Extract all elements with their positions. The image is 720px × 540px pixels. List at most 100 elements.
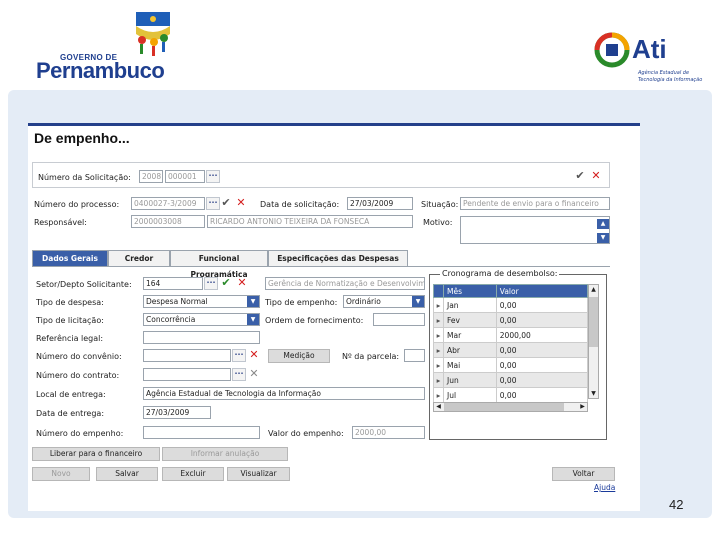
valor-cell[interactable]: 0,00 — [495, 312, 589, 328]
page-number: 42 — [669, 497, 684, 512]
numero-convenio-field[interactable] — [143, 349, 231, 362]
convenio-clear-icon[interactable]: ✕ — [248, 348, 260, 361]
local-entrega-label: Local de entrega: — [36, 390, 106, 399]
contrato-clear-icon[interactable]: ✕ — [248, 367, 260, 380]
numero-parcela-field[interactable] — [404, 349, 425, 362]
scroll-right-icon[interactable]: ▶ — [578, 403, 587, 411]
setor-name-field[interactable]: Gerência de Normatização e Desenvolvimen… — [265, 277, 425, 290]
scroll-thumb[interactable] — [589, 297, 598, 347]
tipo-licitacao-label: Tipo de licitação: — [36, 316, 104, 325]
setor-code-field[interactable]: 164 — [143, 277, 203, 290]
solicitacao-clear-icon[interactable]: ✕ — [590, 169, 602, 182]
referencia-legal-field[interactable] — [143, 331, 260, 344]
referencia-legal-label: Referência legal: — [36, 334, 104, 343]
ati-logo-subtitle-2: Tecnologia da Informação — [638, 77, 703, 83]
tabs-divider — [32, 266, 610, 267]
valor-cell[interactable]: 2000,00 — [495, 327, 589, 343]
mes-cell: Mar — [443, 327, 497, 343]
valor-cell[interactable]: 0,00 — [495, 357, 589, 373]
row-marker-icon: ▸ — [433, 387, 444, 403]
processo-clear-icon[interactable]: ✕ — [235, 196, 247, 209]
scroll-left-icon[interactable]: ◀ — [434, 403, 443, 411]
motivo-textarea[interactable] — [460, 216, 610, 244]
setor-label: Setor/Depto Solicitante: — [36, 280, 132, 289]
table-row[interactable]: ▸ Mai 0,00 — [433, 357, 589, 373]
data-solicitacao-label: Data de solicitação: — [260, 200, 340, 209]
tab-dados-gerais[interactable]: Dados Gerais — [32, 250, 108, 267]
local-entrega-field[interactable]: Agência Estadual de Tecnologia da Inform… — [143, 387, 425, 400]
motivo-scroll-down-icon[interactable]: ▼ — [597, 233, 609, 243]
tipo-empenho-value: Ordinário — [346, 297, 381, 306]
situacao-field[interactable]: Pendente de envio para o financeiro — [460, 197, 610, 210]
numero-contrato-field[interactable] — [143, 368, 231, 381]
tipo-empenho-select[interactable]: Ordinário ▼ — [343, 295, 425, 308]
responsavel-code-field[interactable]: 2000003008 — [131, 215, 205, 228]
valor-cell[interactable]: 0,00 — [495, 387, 589, 403]
numero-empenho-field[interactable] — [143, 426, 260, 439]
ajuda-link[interactable]: Ajuda — [594, 483, 615, 492]
mes-cell: Mai — [443, 357, 497, 373]
liberar-financeiro-button[interactable]: Liberar para o financeiro — [32, 447, 160, 461]
scroll-thumb[interactable] — [444, 403, 564, 411]
tipo-despesa-select[interactable]: Despesa Normal ▼ — [143, 295, 260, 308]
data-entrega-label: Data de entrega: — [36, 409, 105, 418]
tab-especificacoes-despesas[interactable]: Especificações das Despesas — [268, 250, 408, 267]
convenio-lookup-button[interactable]: ··· — [232, 349, 246, 362]
data-entrega-field[interactable]: 27/03/2009 — [143, 406, 211, 419]
processo-field[interactable]: 0400027-3/2009 — [131, 197, 205, 210]
mes-cell: Jun — [443, 372, 497, 388]
processo-confirm-icon[interactable]: ✔ — [220, 196, 232, 209]
medicao-button[interactable]: Medição — [268, 349, 330, 363]
data-solicitacao-field[interactable]: 27/03/2009 — [347, 197, 413, 210]
table-row[interactable]: ▸ Jul 0,00 — [433, 387, 589, 403]
novo-button[interactable]: Novo — [32, 467, 90, 481]
valor-cell[interactable]: 0,00 — [495, 297, 589, 313]
tab-credor[interactable]: Credor — [108, 250, 170, 267]
solicitacao-lookup-button[interactable]: ··· — [206, 170, 220, 183]
ati-logo-subtitle-1: Agência Estadual de — [638, 70, 690, 76]
chevron-down-icon: ▼ — [247, 296, 259, 307]
table-row[interactable]: ▸ Jun 0,00 — [433, 372, 589, 388]
mes-cell: Jan — [443, 297, 497, 313]
excluir-button[interactable]: Excluir — [162, 467, 224, 481]
cronograma-header-mes: Mês — [443, 284, 497, 298]
table-row[interactable]: ▸ Mar 2000,00 — [433, 327, 589, 343]
ordem-fornecimento-field[interactable] — [373, 313, 425, 326]
numero-parcela-label: Nº da parcela: — [342, 352, 400, 361]
responsavel-name-field[interactable]: RICARDO ANTONIO TEIXEIRA DA FONSECA — [207, 215, 413, 228]
solicitacao-label: Número da Solicitação: — [38, 173, 131, 182]
tipo-empenho-label: Tipo de empenho: — [265, 298, 338, 307]
tipo-licitacao-select[interactable]: Concorrência ▼ — [143, 313, 260, 326]
contrato-lookup-button[interactable]: ··· — [232, 368, 246, 381]
salvar-button[interactable]: Salvar — [96, 467, 158, 481]
table-row[interactable]: ▸ Jan 0,00 — [433, 297, 589, 313]
tipo-licitacao-value: Concorrência — [146, 315, 196, 324]
scroll-up-icon[interactable]: ▲ — [589, 285, 598, 294]
mes-cell: Jul — [443, 387, 497, 403]
informar-anulacao-button[interactable]: Informar anulação — [162, 447, 288, 461]
solicitacao-year-field[interactable]: 2008 — [139, 170, 163, 183]
setor-confirm-icon[interactable]: ✔ — [220, 276, 232, 289]
table-row[interactable]: ▸ Fev 0,00 — [433, 312, 589, 328]
visualizar-button[interactable]: Visualizar — [227, 467, 290, 481]
motivo-scroll-up-icon[interactable]: ▲ — [597, 219, 609, 229]
solicitacao-number-field[interactable]: 000001 — [165, 170, 205, 183]
voltar-button[interactable]: Voltar — [552, 467, 615, 481]
scroll-down-icon[interactable]: ▼ — [589, 389, 598, 398]
row-marker-icon: ▸ — [433, 312, 444, 328]
numero-empenho-label: Número do empenho: — [36, 429, 124, 438]
processo-lookup-button[interactable]: ··· — [206, 197, 220, 210]
valor-cell[interactable]: 0,00 — [495, 342, 589, 358]
setor-lookup-button[interactable]: ··· — [204, 277, 218, 290]
table-row[interactable]: ▸ Abr 0,00 — [433, 342, 589, 358]
tab-funcional-programatica[interactable]: Funcional Programática — [170, 250, 268, 279]
setor-clear-icon[interactable]: ✕ — [236, 276, 248, 289]
solicitacao-confirm-icon[interactable]: ✔ — [574, 169, 586, 182]
valor-cell[interactable]: 0,00 — [495, 372, 589, 388]
cronograma-vertical-scrollbar[interactable]: ▲ ▼ — [588, 284, 599, 399]
ordem-fornecimento-label: Ordem de fornecimento: — [265, 316, 364, 325]
mes-cell: Abr — [443, 342, 497, 358]
cronograma-horizontal-scrollbar[interactable]: ◀ ▶ — [433, 402, 588, 412]
page-title: De empenho... — [34, 130, 130, 146]
valor-empenho-field[interactable]: 2000,00 — [352, 426, 425, 439]
